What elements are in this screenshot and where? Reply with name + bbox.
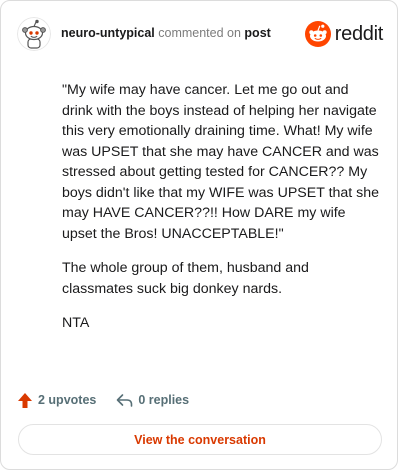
comment-paragraph: NTA xyxy=(62,315,90,331)
commented-on-text: commented on xyxy=(158,26,241,40)
comment-body: "My wife may have cancer. Let me go out … xyxy=(62,80,382,348)
post-link[interactable]: post xyxy=(244,26,270,40)
comment-paragraph: The whole group of them, husband and cla… xyxy=(62,260,309,297)
reddit-logo[interactable]: reddit xyxy=(304,21,384,47)
comment-embed-card: neuro-untypical commented on post reddit… xyxy=(0,0,398,470)
upvote-count: 2 upvotes xyxy=(38,393,97,407)
snoo-avatar-icon[interactable] xyxy=(17,17,51,51)
username-link[interactable]: neuro-untypical xyxy=(61,26,155,40)
reply-button[interactable]: 0 replies xyxy=(116,393,189,408)
upvote-arrow-icon xyxy=(18,392,32,408)
reddit-wordmark: reddit xyxy=(334,22,384,45)
reply-arrow-icon xyxy=(117,393,133,407)
comment-paragraph: "My wife may have cancer. Let me go out … xyxy=(62,82,380,242)
view-conversation-button[interactable]: View the conversation xyxy=(18,424,382,455)
comment-header: neuro-untypical commented on post reddit xyxy=(17,17,383,51)
reply-count: 0 replies xyxy=(138,393,190,407)
comment-actions: 2 upvotes 0 replies xyxy=(17,389,209,411)
comment-meta: neuro-untypical commented on post xyxy=(61,25,271,41)
upvote-button[interactable]: 2 upvotes xyxy=(17,392,96,409)
reddit-logo-icon xyxy=(304,21,331,47)
